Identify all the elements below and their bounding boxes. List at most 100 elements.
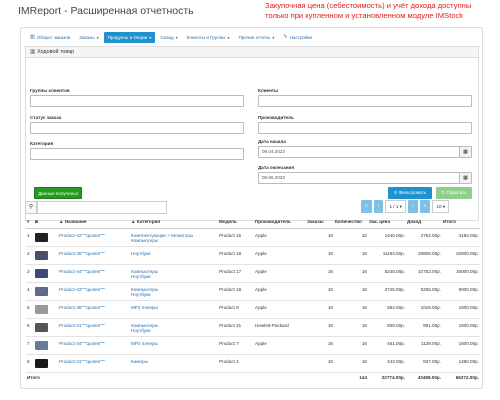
col-category-label: Категория [136, 219, 161, 225]
product-manufacturer: Hewlett-Packard [254, 318, 306, 337]
col-income[interactable]: Доход [406, 216, 442, 229]
row-number: 3 [26, 264, 34, 283]
product-thumbnail[interactable] [35, 250, 48, 260]
last-page-button[interactable]: » [419, 200, 431, 213]
table-header-row: # ◙ ▲ Название ▲ Категория Модель Произв… [26, 216, 480, 229]
product-total: 4192.00р. [442, 228, 480, 247]
page-title: IMReport - Расширенная отчетность [18, 5, 194, 17]
category-link[interactable]: Камеры [131, 359, 217, 364]
next-page-button[interactable]: › [408, 200, 418, 213]
customer-groups-field[interactable] [30, 95, 244, 107]
first-page-button[interactable]: « [361, 200, 372, 213]
product-thumbnail[interactable] [35, 286, 48, 296]
data-received-button[interactable]: Данные получены! [34, 187, 82, 199]
product-name-link[interactable]: Product-31"""quotes""" [58, 354, 130, 373]
calendar-icon[interactable]: ▦ [459, 147, 471, 157]
table-search-input[interactable] [37, 201, 167, 214]
date-end-field[interactable]: 09.06.2023 ▦ [258, 172, 472, 184]
category-link[interactable]: MP3 плееры [131, 341, 217, 346]
col-category[interactable]: ▲ Категория [130, 216, 218, 229]
tab-2[interactable]: Продукты и Опции ▾ [103, 32, 156, 43]
product-income: 837.00р. [406, 354, 442, 373]
table-row: 8 Product-31"""quotes""" Камеры Product 4 16… [26, 354, 480, 373]
product-name-link[interactable]: Product-36"""quotes""" [58, 300, 130, 319]
tab-1[interactable]: Заказы ▾ [75, 32, 102, 43]
report-panel: ▥ Оборот заказов Заказы ▾ Продукты и Опции ▾ С… [20, 27, 483, 389]
product-price: 5248.00р. [368, 264, 406, 283]
table-row: 4 Product-43"""quotes""" Компьютеры Ноутбук… [26, 282, 480, 301]
tab-6[interactable]: ✎ Настройки [279, 32, 316, 43]
tab-0[interactable]: ▥ Оборот заказов [26, 32, 74, 43]
product-price: 1440.00р. [368, 228, 406, 247]
product-price: 11194.00р. [368, 246, 406, 265]
product-thumbnail[interactable] [35, 358, 48, 368]
search-icon: ⚲ [25, 201, 37, 214]
col-image: ◙ [34, 216, 58, 229]
category-link[interactable]: Ноутбуки [131, 251, 217, 256]
tab-3[interactable]: Склад ▾ [156, 32, 181, 43]
product-qty: 16 [334, 246, 368, 265]
product-name-link[interactable]: Product-43"""quotes""" [58, 282, 130, 301]
filter-panel-heading: ▥ Ходовой товар [26, 47, 478, 58]
date-start-value: 09.04.2023 [262, 149, 285, 154]
product-name-link[interactable]: Product-42"""quotes""" [58, 228, 130, 247]
col-model[interactable]: Модель [218, 216, 254, 229]
category-link[interactable]: MP3 плееры [131, 305, 217, 310]
tab-5[interactable]: Прочие отчеты ▾ [235, 32, 279, 43]
product-name-link[interactable]: Product-34"""quotes""" [58, 336, 130, 355]
calendar-icon[interactable]: ▦ [459, 173, 471, 183]
product-name-link[interactable]: Product-45"""quotes""" [58, 246, 130, 265]
tab-label: Склад [160, 35, 174, 40]
pagination: « ‹ 1 / 1 ▾ › » 10 ▾ [361, 200, 450, 213]
tab-label: Продукты и Опции [107, 35, 148, 40]
refresh-icon: ↻ [441, 190, 446, 195]
col-manufacturer[interactable]: Производитель [254, 216, 306, 229]
row-image [34, 336, 58, 355]
category-field[interactable] [30, 148, 244, 160]
product-model: Product 16 [218, 282, 254, 301]
customer-groups-label: Группы клиентов [30, 88, 70, 93]
products-table: # ◙ ▲ Название ▲ Категория Модель Произв… [26, 216, 480, 382]
page-select-value: 1 / 1 [389, 204, 399, 209]
report-tabs: ▥ Оборот заказов Заказы ▾ Продукты и Опции ▾ С… [26, 32, 316, 43]
category-link[interactable]: Компьютеры [131, 238, 217, 243]
date-start-field[interactable]: 09.04.2023 ▦ [258, 146, 472, 158]
manufacturer-field[interactable] [258, 122, 472, 134]
customers-field[interactable] [258, 95, 472, 107]
product-name-link[interactable]: Product-44"""quotes""" [58, 264, 130, 283]
product-manufacturer: Apple [254, 336, 306, 355]
caret-down-icon: ▾ [272, 35, 275, 40]
col-price[interactable]: Зак. цена [368, 216, 406, 229]
product-thumbnail[interactable] [35, 322, 48, 332]
camera-icon: ◙ [35, 219, 38, 225]
tab-4[interactable]: Клиенты и Группы ▾ [183, 32, 234, 43]
product-thumbnail[interactable] [35, 304, 48, 314]
product-thumbnail[interactable] [35, 268, 48, 278]
per-page-select[interactable]: 10 ▾ [432, 200, 450, 213]
product-category: Компьютеры Ноутбуки [130, 282, 218, 301]
category-link[interactable]: Ноутбуки [131, 274, 217, 279]
product-thumbnail[interactable] [35, 232, 48, 242]
category-link[interactable]: Ноутбуки [131, 328, 217, 333]
tab-label: Прочие отчеты [238, 35, 271, 40]
total-price: 22774.00р. [381, 374, 405, 380]
product-thumbnail[interactable] [35, 340, 48, 350]
category-link[interactable]: Ноутбуки [131, 292, 217, 297]
order-status-field[interactable] [30, 122, 244, 134]
product-orders: 16 [306, 336, 334, 355]
col-orders[interactable]: Заказы [306, 216, 334, 229]
prev-page-button[interactable]: ‹ [373, 200, 384, 213]
product-orders: 16 [306, 246, 334, 265]
product-model: Product 9 [218, 300, 254, 319]
product-model: Product 18 [218, 246, 254, 265]
filter-panel: ▥ Ходовой товар Группы клиентов Клиенты … [25, 46, 479, 221]
table-total-row: Итого 144 22774.00р. 43498.00р. 66272.00р. [26, 372, 480, 382]
product-name-link[interactable]: Product-41"""quotes""" [58, 318, 130, 337]
page-select[interactable]: 1 / 1 ▾ [385, 200, 406, 213]
col-num[interactable]: # [26, 216, 34, 229]
filter-button[interactable]: ⚲ Фильтровать [388, 187, 432, 199]
col-qty[interactable]: Количество [334, 216, 368, 229]
col-name[interactable]: ▲ Название [58, 216, 130, 229]
reset-button[interactable]: ↻ Сбросить [436, 187, 472, 199]
col-total[interactable]: Итого [442, 216, 480, 229]
